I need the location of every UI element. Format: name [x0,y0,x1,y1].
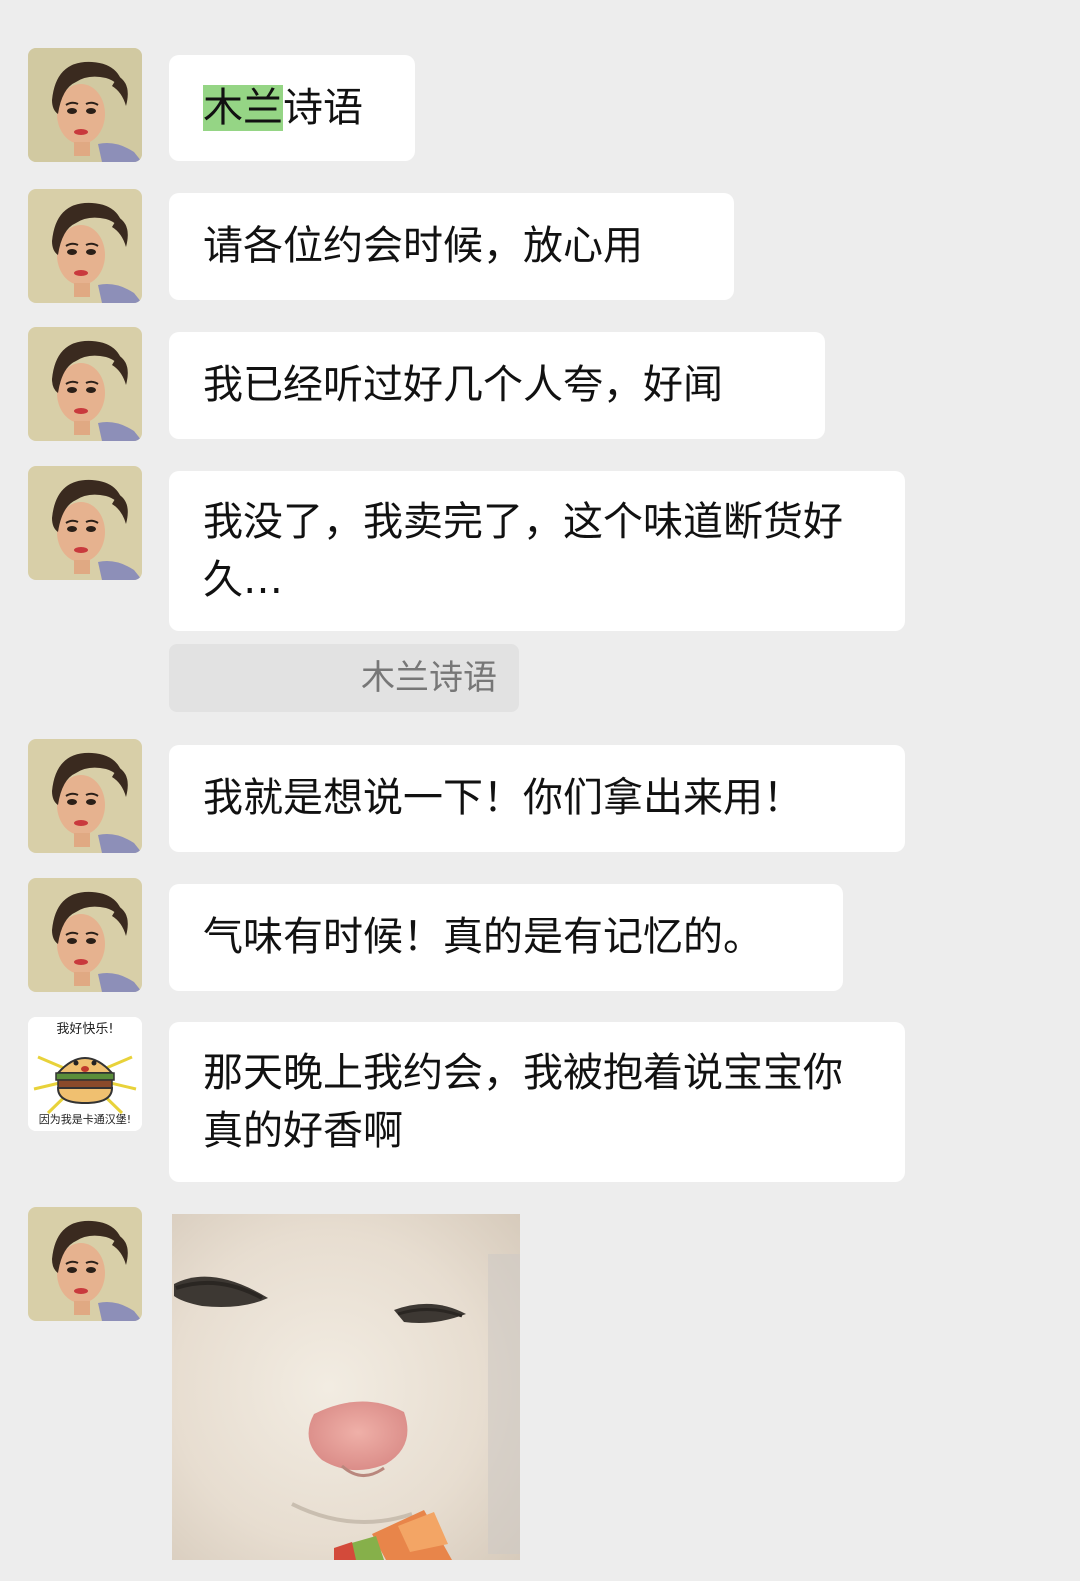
highlighted-text: 木兰 [203,85,283,131]
woman-portrait-icon [28,189,142,303]
sticker-top-text: 我好快乐! [56,1022,113,1037]
message-bubble[interactable]: 气味有时候！真的是有记忆的。 [169,884,843,991]
sticker-bottom-text: 因为我是卡通汉堡! [39,1112,131,1126]
cartoon-burger-icon: 我好快乐! 因为我是卡通汉堡! [28,1017,142,1131]
message-text: 诗语 [283,85,363,131]
avatar[interactable] [28,48,142,162]
avatar[interactable] [28,878,142,992]
avatar[interactable] [28,466,142,580]
message-text: 我已经听过好几个人夸，好闻 [203,362,723,408]
woman-portrait-icon [28,466,142,580]
quoted-text: 木兰诗语 [361,658,497,698]
cat-photo-icon [172,1214,520,1560]
message-bubble[interactable]: 我已经听过好几个人夸，好闻 [169,332,825,439]
message-text: 气味有时候！真的是有记忆的。 [203,914,763,960]
avatar[interactable] [28,739,142,853]
avatar[interactable]: 我好快乐! 因为我是卡通汉堡! [28,1017,142,1131]
woman-portrait-icon [28,48,142,162]
message-text: 我没了，我卖完了，这个味道断货好久… [203,499,843,603]
message-bubble[interactable]: 我就是想说一下！你们拿出来用！ [169,745,905,852]
message-bubble[interactable]: 木兰诗语 [169,55,415,161]
message-bubble[interactable]: 我没了，我卖完了，这个味道断货好久… [169,471,905,631]
woman-portrait-icon [28,1207,142,1321]
message-text: 我就是想说一下！你们拿出来用！ [203,775,803,821]
avatar[interactable] [28,1207,142,1321]
woman-portrait-icon [28,327,142,441]
quoted-message[interactable]: 木兰诗语 [169,644,519,712]
woman-portrait-icon [28,878,142,992]
message-text: 那天晚上我约会，我被抱着说宝宝你真的好香啊 [203,1050,843,1154]
avatar[interactable] [28,327,142,441]
image-message[interactable] [172,1214,520,1560]
message-text: 请各位约会时候，放心用 [203,223,643,269]
avatar[interactable] [28,189,142,303]
message-bubble[interactable]: 那天晚上我约会，我被抱着说宝宝你真的好香啊 [169,1022,905,1182]
woman-portrait-icon [28,739,142,853]
message-bubble[interactable]: 请各位约会时候，放心用 [169,193,734,300]
